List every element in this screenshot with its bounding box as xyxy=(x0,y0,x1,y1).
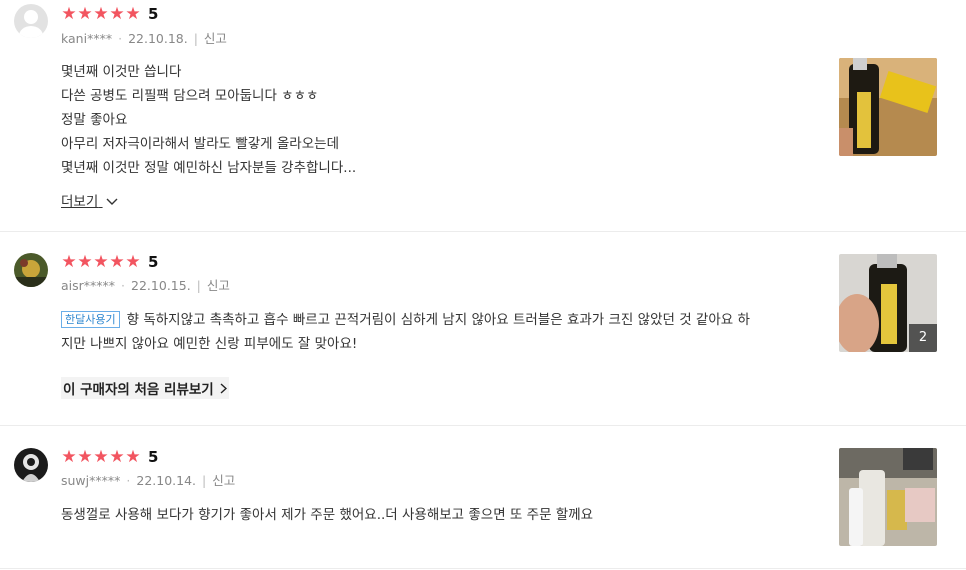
rating-score: 5 xyxy=(148,253,159,271)
star-icon: ★ xyxy=(109,3,125,24)
review-photo[interactable] xyxy=(839,448,937,546)
star-icon: ★ xyxy=(61,251,77,272)
product-photo-icon xyxy=(839,58,937,156)
review-meta: suwj***** · 22.10.14. | 신고 xyxy=(61,470,235,489)
chevron-right-icon xyxy=(220,383,228,394)
rating-score: 5 xyxy=(148,448,159,466)
first-review-label: 이 구매자의 처음 리뷰보기 xyxy=(63,382,214,398)
review-item: ★ ★ ★ ★ ★ 5 kani**** · 22.10.18. | 신고 몇년째 이것… xyxy=(0,0,966,231)
star-icon: ★ xyxy=(93,251,109,272)
star-icon: ★ xyxy=(109,251,125,272)
chevron-down-icon xyxy=(106,198,118,205)
review-meta: kani**** · 22.10.18. | 신고 xyxy=(61,28,227,47)
avatar[interactable] xyxy=(14,4,48,38)
star-icon: ★ xyxy=(125,446,141,467)
avatar[interactable] xyxy=(14,448,48,482)
meta-divider: | xyxy=(196,278,201,293)
more-label: 더보기 xyxy=(61,194,99,210)
meta-dot: · xyxy=(121,278,126,293)
meta-divider: | xyxy=(202,473,207,488)
star-icon: ★ xyxy=(61,446,77,467)
photo-count-badge: 2 xyxy=(909,324,937,352)
first-review-button[interactable]: 이 구매자의 처음 리뷰보기 xyxy=(61,377,230,399)
rating-stars: ★ ★ ★ ★ ★ 5 xyxy=(61,5,158,23)
avatar[interactable] xyxy=(14,253,48,287)
review-meta: aisr***** · 22.10.15. | 신고 xyxy=(61,275,230,294)
review-item: ★ ★ ★ ★ ★ 5 suwj***** · 22.10.14. | 신고 동생껄로 … xyxy=(0,426,966,570)
star-icon: ★ xyxy=(93,446,109,467)
review-text: 한달사용기 향 독하지않고 촉촉하고 흡수 빠르고 끈적거림이 심하게 남지 않아… xyxy=(61,308,811,356)
default-avatar-icon xyxy=(14,4,48,38)
review-line: 지만 나쁘지 않아요 예민한 신랑 피부에도 잘 맞아요! xyxy=(61,336,358,352)
user-avatar-icon xyxy=(14,448,48,482)
review-line: 정말 좋아요 xyxy=(61,112,128,128)
reviewer-id: aisr***** xyxy=(61,278,116,293)
review-line-text: 향 독하지않고 촉촉하고 흡수 빠르고 끈적거림이 심하게 남지 않아요 트러블… xyxy=(126,312,750,328)
review-date: 22.10.18. xyxy=(128,31,188,46)
review-date: 22.10.15. xyxy=(131,278,191,293)
star-icon: ★ xyxy=(77,446,93,467)
month-use-badge: 한달사용기 xyxy=(61,311,120,328)
star-icon: ★ xyxy=(125,3,141,24)
review-date: 22.10.14. xyxy=(136,473,197,488)
rating-stars: ★ ★ ★ ★ ★ 5 xyxy=(61,253,158,271)
rating-stars: ★ ★ ★ ★ ★ 5 xyxy=(61,448,158,466)
report-link[interactable]: 신고 xyxy=(204,31,227,46)
star-icon: ★ xyxy=(93,3,109,24)
review-line: 동생껄로 사용해 보다가 향기가 좋아서 제가 주문 했어요..더 사용해보고 … xyxy=(61,507,594,523)
rating-score: 5 xyxy=(148,5,159,23)
meta-divider: | xyxy=(193,31,198,46)
divider xyxy=(0,568,966,569)
report-link[interactable]: 신고 xyxy=(212,473,235,488)
review-line: 몇년째 이것만 정말 예민하신 남자분들 강추합니다... xyxy=(61,160,357,176)
product-photo-icon xyxy=(839,448,937,546)
star-icon: ★ xyxy=(61,3,77,24)
report-link[interactable]: 신고 xyxy=(207,278,230,293)
review-line: 몇년째 이것만 씁니다 xyxy=(61,64,182,80)
review-item: ★ ★ ★ ★ ★ 5 aisr***** · 22.10.15. | 신고 한달사용기… xyxy=(0,232,966,425)
user-avatar-icon xyxy=(14,253,48,287)
star-icon: ★ xyxy=(125,251,141,272)
review-line: 한달사용기 향 독하지않고 촉촉하고 흡수 빠르고 끈적거림이 심하게 남지 않아… xyxy=(61,308,811,332)
review-line: 아무리 저자극이라해서 발라도 빨갛게 올라오는데 xyxy=(61,136,339,152)
more-button[interactable]: 더보기 xyxy=(61,190,118,210)
review-photo[interactable] xyxy=(839,58,937,156)
star-icon: ★ xyxy=(109,446,125,467)
review-text: 동생껄로 사용해 보다가 향기가 좋아서 제가 주문 했어요..더 사용해보고 … xyxy=(61,503,593,527)
meta-dot: · xyxy=(126,473,131,488)
review-photo[interactable]: 2 xyxy=(839,254,937,352)
reviewer-id: suwj***** xyxy=(61,473,121,488)
star-icon: ★ xyxy=(77,251,93,272)
reviewer-id: kani**** xyxy=(61,31,113,46)
meta-dot: · xyxy=(118,31,123,46)
star-icon: ★ xyxy=(77,3,93,24)
review-text: 몇년째 이것만 씁니다 다쓴 공병도 리필팩 담으려 모아둡니다 ㅎㅎㅎ 정말 … xyxy=(61,60,356,180)
review-line: 다쓴 공병도 리필팩 담으려 모아둡니다 ㅎㅎㅎ xyxy=(61,88,319,104)
